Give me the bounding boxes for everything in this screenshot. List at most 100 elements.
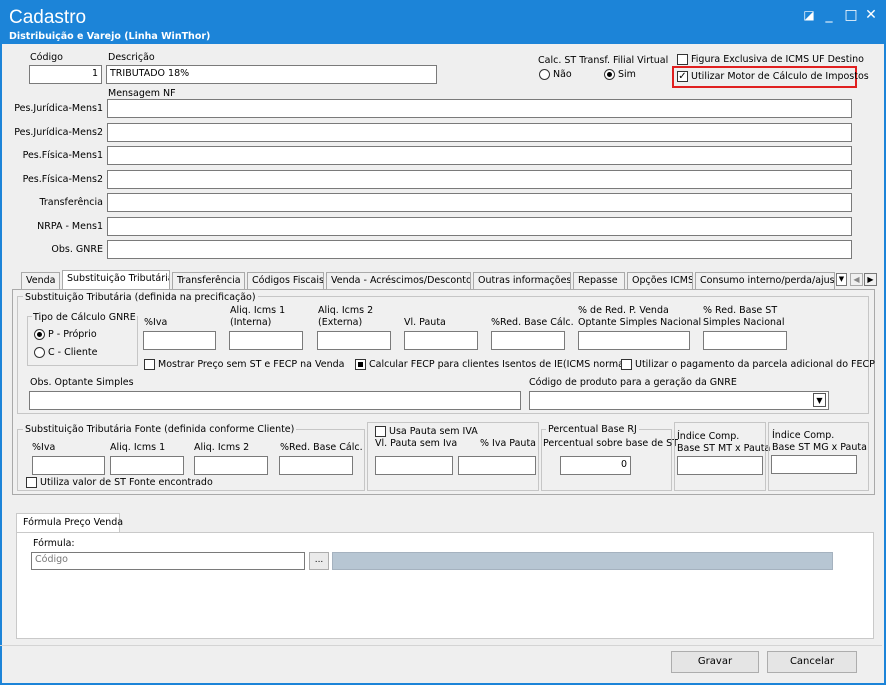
percentual-sobre-label: Percentual sobre base de ST	[543, 438, 678, 449]
chevron-down-icon[interactable]: ▼	[813, 393, 826, 407]
usa-pauta-checkbox[interactable]	[375, 426, 386, 437]
formula-lookup-button[interactable]: ...	[309, 552, 329, 570]
proprio-label: P - Próprio	[48, 329, 97, 340]
restore-icon[interactable]: ◪	[800, 6, 818, 24]
red-venda-input[interactable]	[578, 331, 690, 350]
title-bar: Cadastro Distribuição e Varejo (Linha Wi…	[2, 2, 884, 44]
proprio-radio[interactable]	[34, 329, 45, 340]
tab-codigos-fiscais[interactable]: Códigos Fiscais	[247, 272, 324, 289]
utiliza-st-fonte-checkbox[interactable]	[26, 477, 37, 488]
figura-exclusiva-checkbox[interactable]	[677, 54, 688, 65]
nao-radio[interactable]	[539, 69, 550, 80]
fonte-aliq2-input[interactable]	[194, 456, 268, 475]
calcular-fecp-checkbox[interactable]	[355, 359, 366, 370]
red-venda-label-line1: % de Red. P. Venda	[578, 305, 669, 316]
gravar-button[interactable]: Gravar	[671, 651, 759, 673]
message-field-label: Pes.Jurídica-Mens1	[14, 103, 103, 114]
message-field-label: NRPA - Mens1	[37, 221, 103, 232]
fonte-aliq1-label: Aliq. Icms 1	[110, 442, 166, 453]
red-base-label: %Red. Base Cálc.	[491, 317, 574, 328]
fonte-iva-input[interactable]	[32, 456, 105, 475]
st-section-title: Substituição Tributária (definida na pre…	[23, 292, 258, 303]
window-title: Cadastro	[9, 7, 87, 28]
tab-substituicao-tributaria[interactable]: Substituição Tributária	[62, 270, 170, 290]
utiliza-st-fonte-label: Utiliza valor de ST Fonte encontrado	[40, 477, 213, 488]
cliente-label: C - Cliente	[48, 347, 98, 358]
tab-opcoes-icms[interactable]: Opções ICMS	[627, 272, 693, 289]
obs-optante-input[interactable]	[29, 391, 521, 410]
message-field-input[interactable]	[107, 146, 852, 165]
vl-pauta-input[interactable]	[404, 331, 478, 350]
tab-venda-acrescimos[interactable]: Venda - Acréscimos/Descontos	[326, 272, 471, 289]
formula-label: Fórmula:	[33, 538, 75, 549]
message-field-input[interactable]	[107, 170, 852, 189]
red-st-input[interactable]	[703, 331, 787, 350]
percentual-rj-title: Percentual Base RJ	[546, 424, 639, 435]
close-icon[interactable]: ✕	[862, 6, 880, 24]
message-field-label: Transferência	[39, 197, 103, 208]
sim-radio[interactable]	[604, 69, 615, 80]
tab-transferencia[interactable]: Transferência	[172, 272, 245, 289]
indice-mt-label-line2: Base ST MT x Pauta	[677, 443, 771, 454]
message-field-input[interactable]	[107, 240, 852, 259]
red-base-input[interactable]	[491, 331, 565, 350]
message-field-input[interactable]	[107, 123, 852, 142]
indice-mt-label-line1: Índice Comp.	[677, 431, 740, 442]
fonte-red-base-input[interactable]	[279, 456, 353, 475]
obs-optante-label: Obs. Optante Simples	[30, 377, 134, 388]
nao-label: Não	[553, 69, 572, 80]
tipo-calculo-group	[27, 316, 138, 366]
cancelar-button[interactable]: Cancelar	[767, 651, 857, 673]
st-iva-label: %Iva	[144, 317, 168, 328]
formula-input[interactable]: Código	[31, 552, 305, 570]
vl-pauta-sem-iva-label: Vl. Pauta sem Iva	[375, 438, 458, 449]
cliente-radio[interactable]	[34, 347, 45, 358]
message-field-label: Pes.Física-Mens1	[22, 150, 103, 161]
descricao-input[interactable]: TRIBUTADO 18%	[106, 65, 437, 84]
window-subtitle: Distribuição e Varejo (Linha WinThor)	[9, 31, 211, 42]
tab-scroll-right-icon[interactable]: ▶	[864, 273, 877, 286]
iva-pauta-input[interactable]	[458, 456, 536, 475]
vl-pauta-label: Vl. Pauta	[404, 317, 446, 328]
tab-repasse[interactable]: Repasse	[573, 272, 625, 289]
fonte-red-base-label: %Red. Base Cálc.	[280, 442, 363, 453]
indice-mt-input[interactable]	[677, 456, 763, 475]
mensagem-nf-label: Mensagem NF	[108, 88, 176, 99]
aliq1-input[interactable]	[229, 331, 303, 350]
codigo-gnre-select[interactable]	[529, 391, 829, 410]
message-field-label: Obs. GNRE	[51, 244, 103, 255]
fonte-aliq2-label: Aliq. Icms 2	[194, 442, 250, 453]
message-field-input[interactable]	[107, 217, 852, 236]
vl-pauta-sem-iva-input[interactable]	[375, 456, 453, 475]
message-field-input[interactable]	[107, 99, 852, 118]
calcular-fecp-label: Calcular FECP para clientes Isentos de I…	[369, 359, 631, 370]
tab-venda[interactable]: Venda	[21, 272, 60, 289]
descricao-label: Descrição	[108, 52, 155, 63]
aliq1-label-line2: (Interna)	[230, 317, 272, 328]
motor-calculo-label: Utilizar Motor de Cálculo de Impostos	[691, 71, 869, 82]
usa-pauta-label: Usa Pauta sem IVA	[389, 426, 478, 437]
red-st-label-line1: % Red. Base ST	[703, 305, 778, 316]
tab-outras-informacoes[interactable]: Outras informações	[473, 272, 571, 289]
indice-mg-label-line2: Base ST MG x Pauta	[772, 442, 867, 453]
motor-calculo-checkbox[interactable]	[677, 71, 688, 82]
fonte-aliq1-input[interactable]	[110, 456, 184, 475]
utilizar-pagamento-checkbox[interactable]	[621, 359, 632, 370]
mostrar-preco-checkbox[interactable]	[144, 359, 155, 370]
aliq2-label-line1: Aliq. Icms 2	[318, 305, 374, 316]
message-field-input[interactable]	[107, 193, 852, 212]
st-fonte-title: Substituição Tributária Fonte (definida …	[23, 424, 297, 435]
indice-mg-input[interactable]	[771, 455, 857, 474]
percentual-sobre-input[interactable]: 0	[560, 456, 631, 475]
codigo-input[interactable]: 1	[29, 65, 102, 84]
aliq2-input[interactable]	[317, 331, 391, 350]
minimize-icon[interactable]: _	[820, 6, 838, 24]
tab-formula-preco-venda[interactable]: Fórmula Preço Venda	[16, 513, 123, 533]
st-iva-input[interactable]	[143, 331, 216, 350]
maximize-icon[interactable]: □	[842, 6, 860, 24]
indice-mg-label-line1: Índice Comp.	[772, 430, 835, 441]
tab-consumo-interno[interactable]: Consumo interno/perda/ajuste	[695, 272, 835, 289]
tab-dropdown-icon[interactable]: ▼	[836, 273, 847, 286]
tab-scroll-left-icon[interactable]: ◀	[850, 273, 863, 286]
iva-pauta-label: % Iva Pauta	[480, 438, 537, 449]
